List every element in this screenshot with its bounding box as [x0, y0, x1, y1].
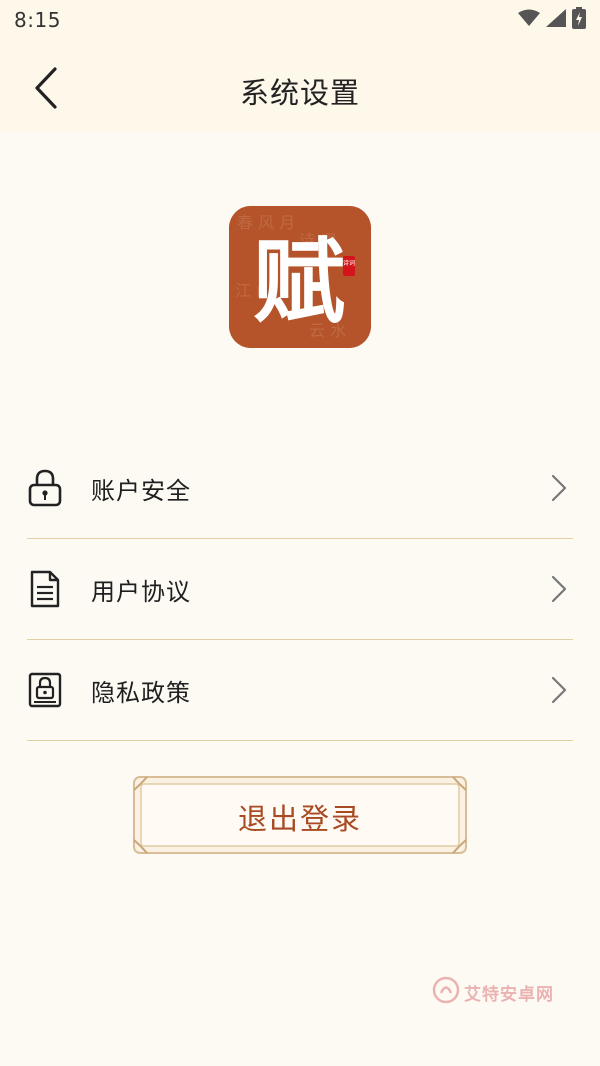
status-bar: 8:15	[0, 0, 600, 40]
settings-menu: 账户安全 用户协议 隐私政策	[27, 438, 573, 741]
menu-label-privacy-policy: 隐私政策	[91, 678, 191, 707]
battery-charging-icon	[572, 7, 586, 33]
app-logo: 春 风 月 诗 词 江 山 云 水 赋 诗词	[229, 206, 371, 348]
menu-item-privacy-policy[interactable]: 隐私政策	[27, 640, 573, 741]
chevron-right-icon	[551, 575, 567, 603]
menu-label-account-security: 账户安全	[91, 476, 191, 505]
page-title: 系统设置	[239, 76, 360, 110]
wifi-icon	[518, 9, 540, 31]
app-bar: 系统设置	[0, 40, 600, 132]
logo-character: 赋	[253, 228, 345, 336]
logo-seal-text: 诗词	[343, 259, 355, 267]
logout-button[interactable]: 退出登录	[133, 776, 467, 854]
signal-icon	[546, 9, 566, 31]
menu-label-user-agreement: 用户协议	[91, 577, 191, 606]
menu-item-account-security[interactable]: 账户安全	[27, 438, 573, 539]
watermark-text: 艾特安卓网	[464, 984, 554, 1005]
status-time: 8:15	[14, 8, 61, 32]
chevron-right-icon	[551, 474, 567, 502]
menu-item-user-agreement[interactable]: 用户协议	[27, 539, 573, 640]
privacy-lock-icon	[27, 670, 63, 710]
document-icon	[27, 569, 63, 609]
logout-label: 退出登录	[237, 802, 362, 836]
lock-icon	[27, 468, 63, 508]
watermark-logo-icon	[432, 976, 460, 1008]
watermark: 艾特安卓网	[432, 976, 562, 1008]
chevron-right-icon	[551, 676, 567, 704]
status-icons	[518, 7, 586, 33]
